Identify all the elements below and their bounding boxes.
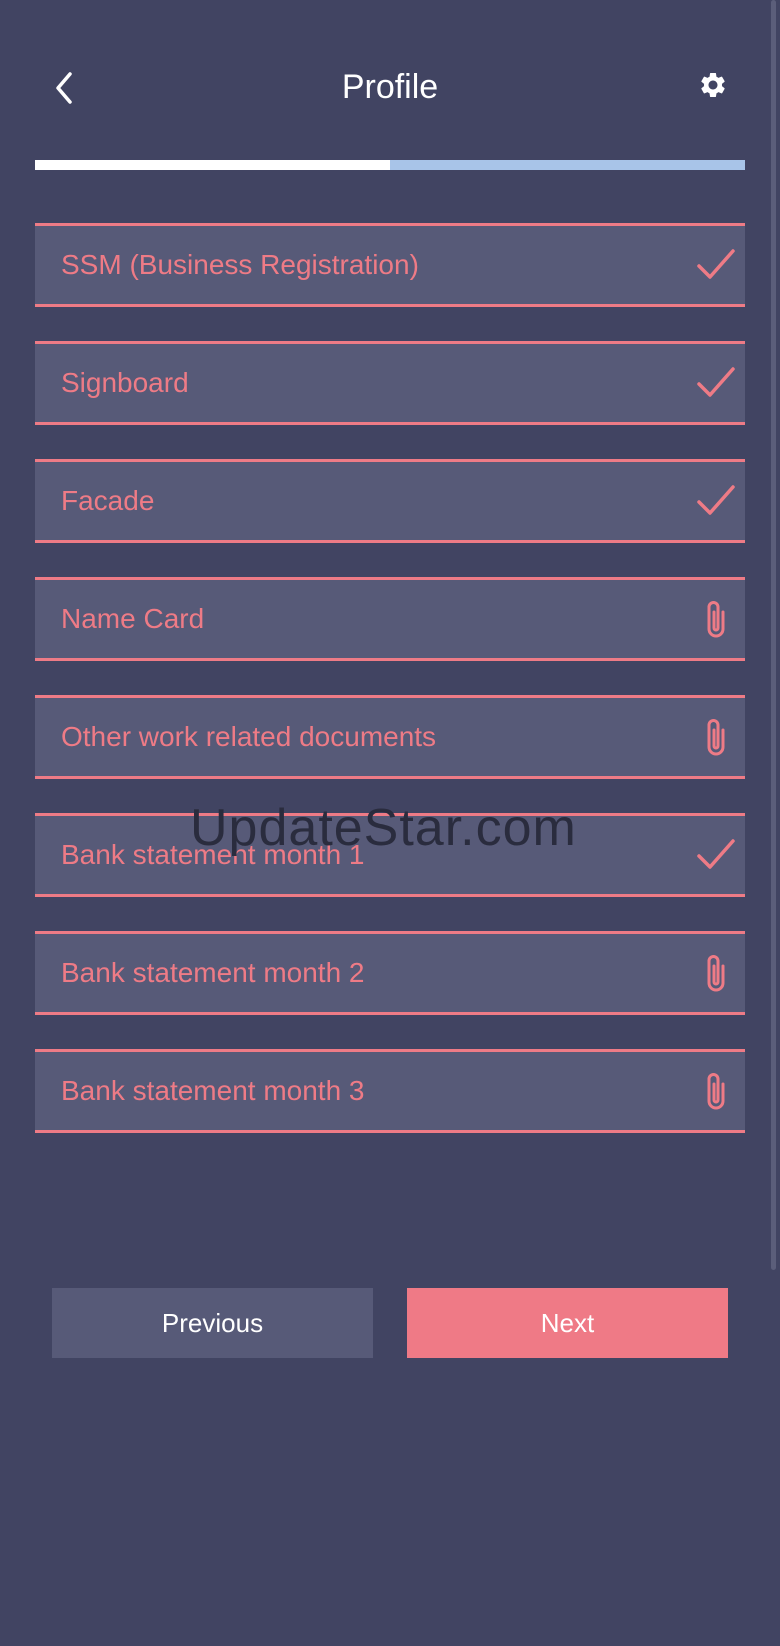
- previous-button[interactable]: Previous: [52, 1288, 373, 1358]
- check-icon[interactable]: [695, 834, 737, 876]
- paperclip-icon[interactable]: [695, 952, 737, 994]
- scrollbar[interactable]: [771, 0, 776, 1270]
- paperclip-icon[interactable]: [695, 1070, 737, 1112]
- paperclip-icon[interactable]: [695, 598, 737, 640]
- document-label: SSM (Business Registration): [61, 249, 419, 280]
- progress-bar-fill: [35, 160, 390, 170]
- document-item[interactable]: Signboard: [35, 341, 745, 425]
- document-label: Facade: [61, 485, 155, 516]
- document-item[interactable]: SSM (Business Registration): [35, 223, 745, 307]
- paperclip-icon[interactable]: [695, 716, 737, 758]
- next-button[interactable]: Next: [407, 1288, 728, 1358]
- document-item[interactable]: Other work related documents: [35, 695, 745, 779]
- document-item[interactable]: Bank statement month 3: [35, 1049, 745, 1133]
- progress-bar: [35, 160, 745, 170]
- document-label: Bank statement month 2: [61, 957, 365, 988]
- document-item[interactable]: Bank statement month 1: [35, 813, 745, 897]
- settings-button[interactable]: [696, 68, 730, 102]
- gear-icon: [701, 73, 725, 97]
- document-label: Bank statement month 3: [61, 1075, 365, 1106]
- document-item[interactable]: Name Card: [35, 577, 745, 661]
- check-icon[interactable]: [695, 480, 737, 522]
- check-icon[interactable]: [695, 244, 737, 286]
- document-item[interactable]: Facade: [35, 459, 745, 543]
- document-label: Signboard: [61, 367, 189, 398]
- document-list: SSM (Business Registration) Signboard Faca…: [35, 223, 745, 1167]
- document-label: Name Card: [61, 603, 205, 634]
- document-label: Other work related documents: [61, 721, 437, 752]
- page-title: Profile: [341, 68, 439, 106]
- header: Profile: [0, 60, 780, 116]
- check-icon[interactable]: [695, 362, 737, 404]
- document-item[interactable]: Bank statement month 2: [35, 931, 745, 1015]
- document-label: Bank statement month 1: [61, 839, 365, 870]
